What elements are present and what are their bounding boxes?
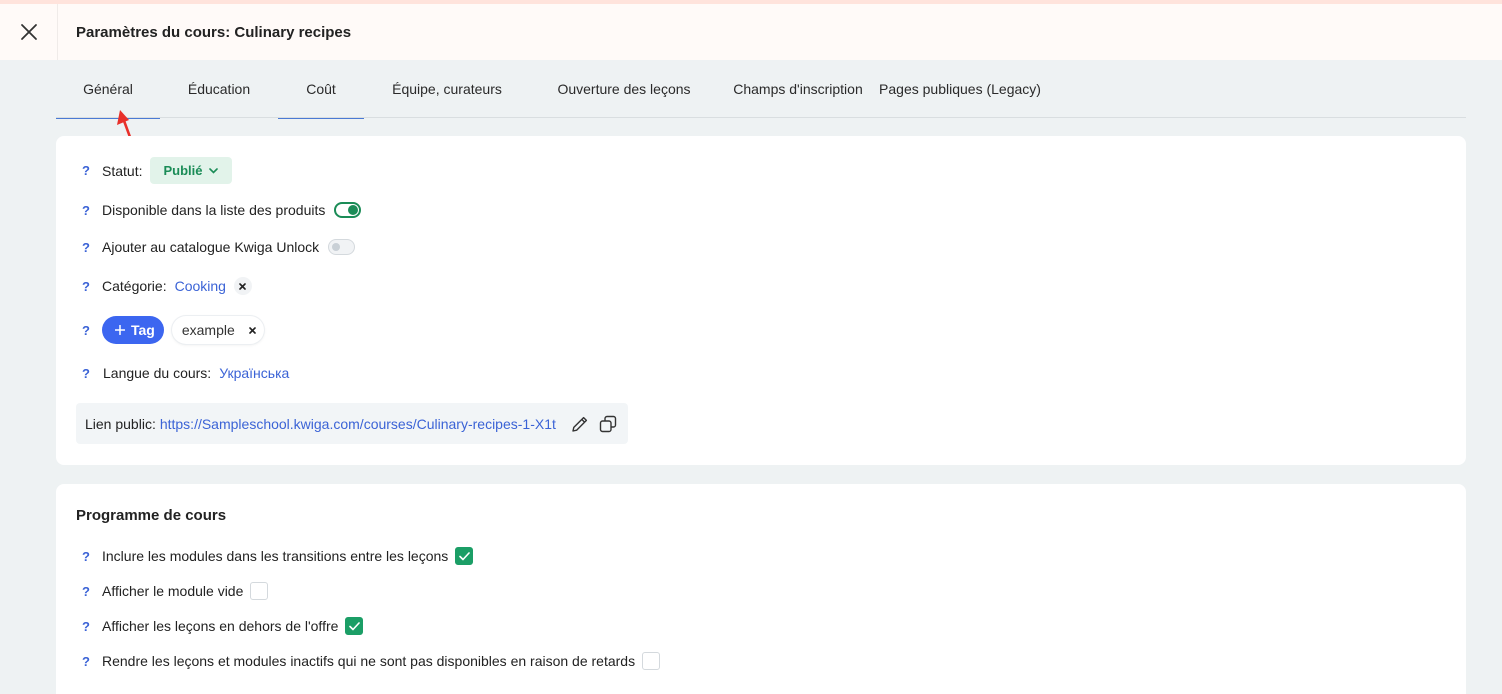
close-icon [248, 326, 256, 334]
public-link-label: Lien public: [85, 415, 156, 432]
category-link[interactable]: Cooking [175, 278, 226, 294]
tab-team-curators[interactable]: Équipe, curateurs [364, 60, 530, 118]
add-tag-button[interactable]: Tag [102, 316, 164, 344]
edit-link-button[interactable] [571, 415, 589, 433]
program-option-label: Afficher les leçons en dehors de l'offre [102, 618, 339, 634]
close-icon [20, 24, 37, 40]
page-title: Paramètres du cours: Culinary recipes [76, 23, 352, 41]
help-icon[interactable]: ? [82, 203, 102, 218]
copy-icon [599, 415, 617, 432]
program-section-title: Programme de cours [76, 507, 227, 524]
kwiga-unlock-label: Ajouter au catalogue Kwiga Unlock [102, 239, 320, 255]
checkmark-icon [349, 621, 360, 630]
program-option-row: ? Rendre les leçons et modules inactifs … [82, 652, 661, 670]
kwiga-unlock-row: ? Ajouter au catalogue Kwiga Unlock [82, 239, 356, 255]
tab-cost[interactable]: Coût [278, 60, 364, 119]
program-option-row: ? Afficher les leçons en dehors de l'off… [82, 617, 364, 635]
help-icon[interactable]: ? [82, 619, 102, 634]
close-icon [239, 282, 247, 290]
course-language-row: ? Langue du cours: Українська [82, 365, 289, 381]
general-settings-card: ? Statut: Publié ? Disponible dans la li… [56, 136, 1466, 465]
status-label: Statut: [102, 162, 143, 179]
public-link-url[interactable]: https://Sampleschool.kwiga.com/courses/C… [160, 416, 556, 432]
help-icon[interactable]: ? [82, 366, 103, 381]
help-icon[interactable]: ? [82, 323, 102, 338]
available-in-list-toggle[interactable] [334, 202, 362, 218]
tab-general[interactable]: Général [56, 60, 160, 119]
program-option-label: Rendre les leçons et modules inactifs qu… [102, 653, 636, 669]
remove-tag-button[interactable] [248, 326, 256, 334]
remove-category-button[interactable] [233, 277, 252, 295]
course-language-link[interactable]: Українська [219, 365, 289, 381]
help-icon[interactable]: ? [82, 163, 102, 178]
show-empty-module-checkbox[interactable] [250, 582, 269, 600]
modal-header: Paramètres du cours: Culinary recipes [0, 4, 1502, 60]
show-lessons-outside-offer-checkbox[interactable] [345, 617, 364, 635]
close-button[interactable] [0, 4, 58, 60]
plus-icon [115, 325, 125, 335]
tab-registration-fields[interactable]: Champs d'inscription [718, 60, 878, 118]
chevron-down-icon [209, 167, 219, 174]
tab-public-pages-legacy[interactable]: Pages publiques (Legacy) [878, 60, 1042, 118]
tags-row: ? Tag example [82, 316, 264, 344]
course-language-label: Langue du cours: [103, 365, 212, 381]
status-dropdown[interactable]: Publié [150, 157, 233, 184]
help-icon[interactable]: ? [82, 279, 102, 294]
program-option-row: ? Afficher le module vide [82, 582, 269, 600]
tag-label: example [181, 322, 235, 338]
help-icon[interactable]: ? [82, 549, 102, 564]
tab-education[interactable]: Éducation [160, 60, 278, 118]
course-program-card: Programme de cours ? Inclure les modules… [56, 484, 1466, 694]
help-icon[interactable]: ? [82, 240, 102, 255]
public-link-box: Lien public: https://Sampleschool.kwiga.… [76, 403, 628, 444]
available-in-list-label: Disponible dans la liste des produits [102, 202, 326, 218]
tag-chip: example [172, 316, 264, 344]
program-option-label: Inclure les modules dans les transitions… [102, 548, 449, 564]
include-modules-checkbox[interactable] [455, 547, 474, 565]
program-option-row: ? Inclure les modules dans les transitio… [82, 547, 474, 565]
help-icon[interactable]: ? [82, 584, 102, 599]
category-row: ? Catégorie: Cooking [82, 277, 252, 295]
program-option-label: Afficher le module vide [102, 583, 244, 599]
pencil-icon [572, 416, 587, 432]
status-value: Publié [163, 163, 203, 178]
tab-lesson-opening[interactable]: Ouverture des leçons [530, 60, 718, 118]
inactive-delayed-lessons-checkbox[interactable] [642, 652, 661, 670]
add-tag-label: Tag [131, 322, 155, 338]
category-label: Catégorie: [102, 278, 167, 294]
kwiga-unlock-toggle[interactable] [328, 239, 356, 255]
status-row: ? Statut: Publié [82, 157, 233, 184]
help-icon[interactable]: ? [82, 654, 102, 669]
settings-tabs: Général Éducation Coût Équipe, curateurs… [56, 60, 1466, 119]
checkmark-icon [458, 551, 470, 560]
available-in-list-row: ? Disponible dans la liste des produits [82, 202, 362, 218]
copy-link-button[interactable] [599, 415, 617, 433]
